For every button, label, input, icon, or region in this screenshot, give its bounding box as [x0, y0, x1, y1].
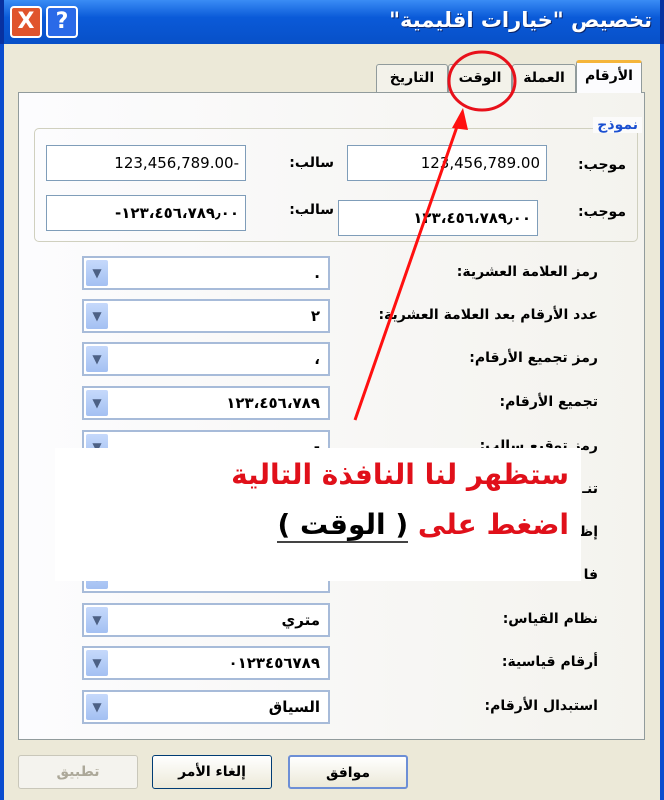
tab-currency[interactable]: العملة: [512, 64, 576, 92]
setting-label: عدد الأرقام بعد العلامة العشرية:: [378, 307, 598, 323]
setting-label: استبدال الأرقام:: [484, 698, 598, 714]
chevron-down-icon[interactable]: ▼: [86, 260, 108, 286]
title-bar: تخصيص "خيارات اقليمية" X ?: [0, 0, 664, 44]
setting-label: نظام القياس:: [502, 611, 598, 627]
setting-dropdown[interactable]: ▼.: [82, 256, 330, 290]
instruction-prefix: اضغط على: [417, 508, 569, 541]
chevron-down-icon[interactable]: ▼: [86, 694, 108, 720]
positive-label: موجب:: [578, 157, 626, 173]
window-title: تخصيص "خيارات اقليمية": [389, 8, 652, 32]
ok-button[interactable]: موافق: [288, 755, 408, 789]
dropdown-value: ،: [314, 350, 320, 368]
dropdown-value: ٠١٢٣٤٥٦٧٨٩: [228, 654, 320, 672]
negative-sample-arabic: -١٢٣،٤٥٦،٧٨٩٫٠٠: [46, 195, 246, 231]
paren-close: ): [277, 508, 291, 541]
chevron-down-icon[interactable]: ▼: [86, 303, 108, 329]
instruction-line-2: اضغط على ( الوقت ): [277, 508, 569, 543]
tab-numbers[interactable]: الأرقام: [576, 60, 642, 93]
instruction-line-1: ستظهر لنا النافذة التالية: [231, 458, 569, 491]
setting-label: تجميع الأرقام:: [499, 394, 598, 410]
setting-label: رمز العلامة العشرية:: [456, 264, 598, 280]
tab-date[interactable]: التاريخ: [376, 64, 448, 92]
help-button[interactable]: ?: [46, 6, 78, 38]
setting-label: رمز تجميع الأرقام:: [469, 350, 598, 366]
chevron-down-icon[interactable]: ▼: [86, 650, 108, 676]
setting-label: إظ: [578, 524, 598, 540]
negative-label: سالب:: [289, 155, 334, 171]
setting-label: تنـ: [582, 481, 598, 497]
chevron-down-icon[interactable]: ▼: [86, 390, 108, 416]
negative-sample-latin: 123,456,789.00-: [46, 145, 246, 181]
setting-dropdown[interactable]: ▼ ٢: [82, 299, 330, 333]
instruction-target: ( الوقت ): [277, 508, 409, 543]
tab-time[interactable]: الوقت: [448, 64, 512, 92]
instruction-overlay: ستظهر لنا النافذة التالية اضغط على ( الو…: [55, 448, 581, 581]
dropdown-value: ٢: [310, 307, 320, 325]
instruction-target-text: الوقت: [299, 508, 386, 541]
dropdown-value: ١٢٣،٤٥٦،٧٨٩: [226, 394, 320, 412]
positive-sample-latin: 123,456,789.00: [347, 145, 547, 181]
positive-sample-arabic: ١٢٣،٤٥٦،٧٨٩٫٠٠: [338, 200, 538, 236]
sample-group-title: نموذج: [593, 117, 642, 133]
paren-open: (: [395, 508, 409, 541]
close-button[interactable]: X: [10, 6, 42, 38]
dropdown-value: .: [314, 264, 320, 282]
setting-dropdown[interactable]: ▼ ١٢٣،٤٥٦،٧٨٩: [82, 386, 330, 420]
chevron-down-icon[interactable]: ▼: [86, 346, 108, 372]
dropdown-value: متري: [281, 611, 321, 629]
apply-button[interactable]: تطبيق: [18, 755, 138, 789]
setting-label: فا: [583, 567, 598, 583]
cancel-button[interactable]: إلغاء الأمر: [152, 755, 272, 789]
chevron-down-icon[interactable]: ▼: [86, 607, 108, 633]
setting-dropdown[interactable]: ▼ متري: [82, 603, 330, 637]
setting-dropdown[interactable]: ▼ السياق: [82, 690, 330, 724]
negative-label-2: سالب:: [289, 202, 334, 218]
dropdown-value: السياق: [268, 698, 320, 716]
positive-label-2: موجب:: [578, 204, 626, 220]
setting-dropdown[interactable]: ▼ ٠١٢٣٤٥٦٧٨٩: [82, 646, 330, 680]
setting-dropdown[interactable]: ▼ ،: [82, 342, 330, 376]
setting-label: أرقام قياسية:: [501, 654, 598, 670]
